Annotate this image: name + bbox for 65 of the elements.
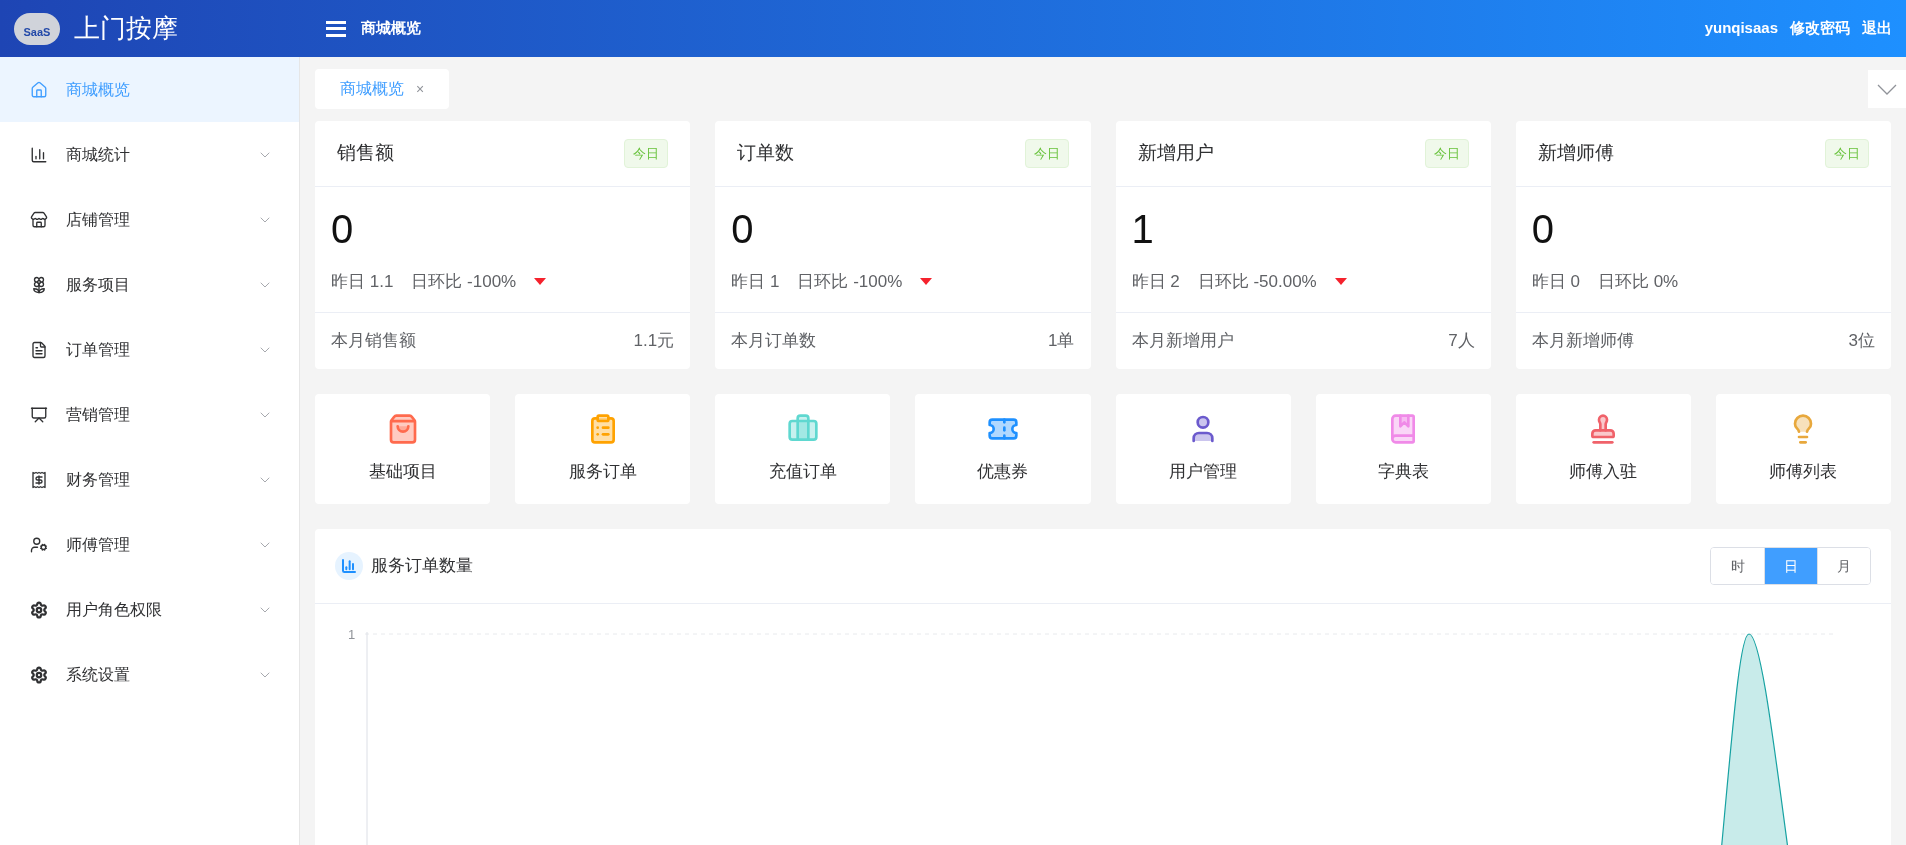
- today-tag: 今日: [1424, 138, 1469, 169]
- month-label: 本月订单数: [731, 330, 817, 353]
- yesterday-value: 昨日 2: [1131, 271, 1180, 293]
- daily-ratio: 日环比 -100%: [411, 271, 517, 293]
- user-icon: [30, 535, 48, 554]
- sidebar-item[interactable]: 商城统计: [0, 122, 299, 187]
- shortcut-tile[interactable]: 师傅列表: [1715, 394, 1891, 504]
- stat-value: 1: [1131, 207, 1155, 251]
- card-title: 新增师傅: [1537, 141, 1614, 166]
- yesterday-value: 昨日 0: [1531, 271, 1580, 293]
- sidebar-item[interactable]: 财务管理: [0, 447, 299, 512]
- month-value: 7人: [1448, 330, 1475, 353]
- page-title: 商城概览: [361, 18, 421, 39]
- stat-value: 0: [331, 207, 355, 251]
- app-title: 上门按摩: [74, 12, 178, 45]
- period-toggle[interactable]: 月: [1817, 548, 1870, 584]
- card-title: 销售额: [337, 141, 394, 166]
- flower-icon: [30, 275, 48, 294]
- yesterday-value: 昨日 1: [731, 271, 780, 293]
- month-label: 本月新增用户: [1131, 330, 1234, 353]
- shortcut-tile[interactable]: 服务订单: [515, 394, 691, 504]
- home-icon: [30, 80, 48, 99]
- shortcut-tile[interactable]: 充值订单: [715, 394, 891, 504]
- shortcut-tile[interactable]: 基础项目: [315, 394, 491, 504]
- today-tag: 今日: [1825, 138, 1869, 169]
- month-value: 1.1元: [633, 330, 675, 353]
- settings-icon: [30, 665, 48, 684]
- shortcut-tile[interactable]: 优惠券: [915, 394, 1091, 504]
- presentation-icon: [30, 405, 48, 424]
- username: yunqisaas: [1704, 18, 1778, 39]
- store-icon: [30, 210, 48, 229]
- settings-icon: [30, 600, 48, 619]
- sidebar-item[interactable]: 师傅管理: [0, 512, 299, 577]
- bar-chart-icon: [30, 145, 48, 164]
- daily-ratio: 日环比 -100%: [797, 271, 903, 293]
- card-title: 订单数: [737, 141, 795, 166]
- shortcut-tile[interactable]: 用户管理: [1115, 394, 1291, 504]
- month-label: 本月新增师傅: [1531, 330, 1634, 353]
- document-icon: [30, 340, 48, 359]
- today-tag: 今日: [1024, 138, 1069, 169]
- stat-value: 0: [731, 207, 755, 251]
- sidebar-item[interactable]: 系统设置: [0, 642, 299, 707]
- month-value: 3位: [1848, 330, 1875, 353]
- receipt-icon: [30, 470, 48, 489]
- month-value: 1单: [1048, 330, 1075, 353]
- chart-title: 服务订单数量: [371, 555, 473, 578]
- daily-ratio: 日环比 -50.00%: [1197, 271, 1317, 293]
- chevron-icon: [1877, 83, 1897, 95]
- shortcut-tile[interactable]: 师傅入驻: [1515, 394, 1691, 504]
- yesterday-value: 昨日 1.1: [331, 271, 394, 293]
- sidebar-item[interactable]: 服务项目: [0, 252, 299, 317]
- month-label: 本月销售额: [331, 330, 416, 353]
- sidebar-item[interactable]: 用户角色权限: [0, 577, 299, 642]
- stat-value: 0: [1531, 207, 1555, 251]
- bar-chart-icon: [335, 552, 363, 580]
- sidebar-item[interactable]: 订单管理: [0, 317, 299, 382]
- sidebar-item[interactable]: 店铺管理: [0, 187, 299, 252]
- today-tag: 今日: [624, 138, 669, 169]
- menu-toggle-icon[interactable]: [326, 20, 346, 37]
- shortcut-tile[interactable]: 字典表: [1315, 394, 1491, 504]
- daily-ratio: 日环比 0%: [1597, 271, 1679, 293]
- axis-tick-label: 1: [348, 626, 356, 644]
- cloud-logo: SaaS: [14, 12, 60, 45]
- card-title: 新增用户: [1137, 141, 1214, 166]
- sidebar-item[interactable]: 营销管理: [0, 382, 299, 447]
